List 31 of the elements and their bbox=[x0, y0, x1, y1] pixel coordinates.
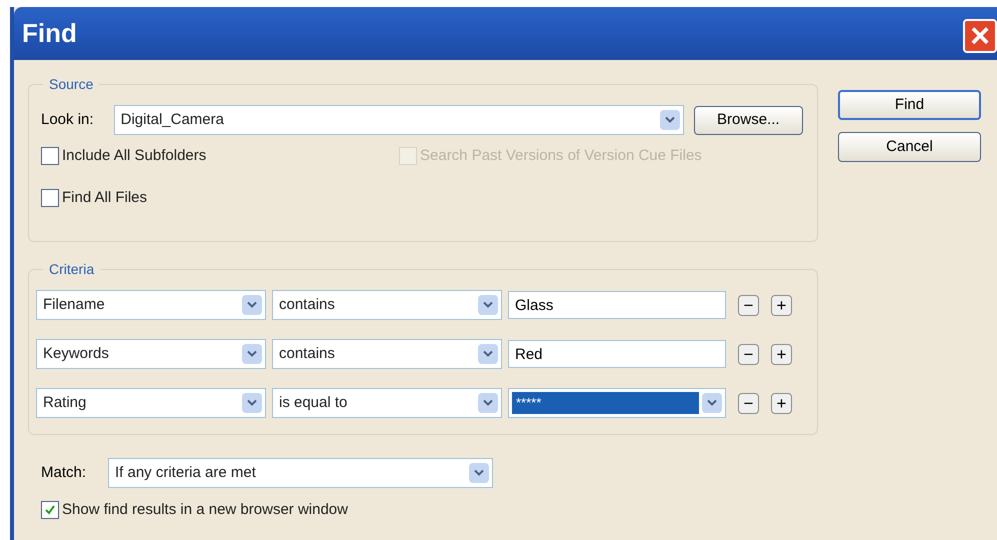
checkbox-label: Find All Files bbox=[62, 188, 148, 208]
operator-dropdown[interactable]: contains bbox=[272, 339, 502, 369]
remove-button[interactable]: − bbox=[738, 392, 759, 414]
checkbox-label: Include All Subfolders bbox=[62, 146, 206, 166]
checkbox-label: Show find results in a new browser window bbox=[62, 500, 348, 520]
check-icon bbox=[44, 504, 56, 516]
window-title: Find bbox=[22, 17, 77, 50]
value-dropdown[interactable]: ***** bbox=[508, 388, 726, 418]
value-field[interactable]: Glass bbox=[508, 291, 726, 319]
checkbox[interactable] bbox=[41, 189, 59, 208]
operator-dropdown[interactable]: contains bbox=[272, 290, 502, 320]
value-field[interactable]: Red bbox=[508, 340, 726, 368]
operator-dropdown[interactable]: is equal to bbox=[272, 388, 502, 418]
checkbox[interactable] bbox=[41, 501, 59, 520]
field-dropdown[interactable]: Rating bbox=[36, 388, 266, 418]
look-in-dropdown[interactable]: Digital_Camera bbox=[114, 105, 684, 135]
match-label: Match: bbox=[41, 462, 88, 483]
dialog-button[interactable]: Find bbox=[838, 90, 981, 120]
match-dropdown[interactable]: If any criteria are met bbox=[108, 458, 493, 488]
add-button[interactable]: + bbox=[771, 344, 792, 364]
add-button[interactable]: + bbox=[771, 392, 792, 414]
dialog-button[interactable]: Cancel bbox=[838, 132, 981, 162]
add-button[interactable]: + bbox=[771, 294, 792, 316]
close-button[interactable]: × bbox=[963, 18, 997, 52]
checkbox[interactable] bbox=[41, 147, 59, 166]
look-in-label: Look in: bbox=[41, 110, 95, 130]
remove-button[interactable]: − bbox=[738, 344, 759, 364]
remove-button[interactable]: − bbox=[738, 294, 759, 316]
field-dropdown[interactable]: Keywords bbox=[36, 339, 266, 369]
field-dropdown[interactable]: Filename bbox=[36, 290, 266, 320]
browse-button[interactable]: Browse... bbox=[694, 106, 803, 134]
